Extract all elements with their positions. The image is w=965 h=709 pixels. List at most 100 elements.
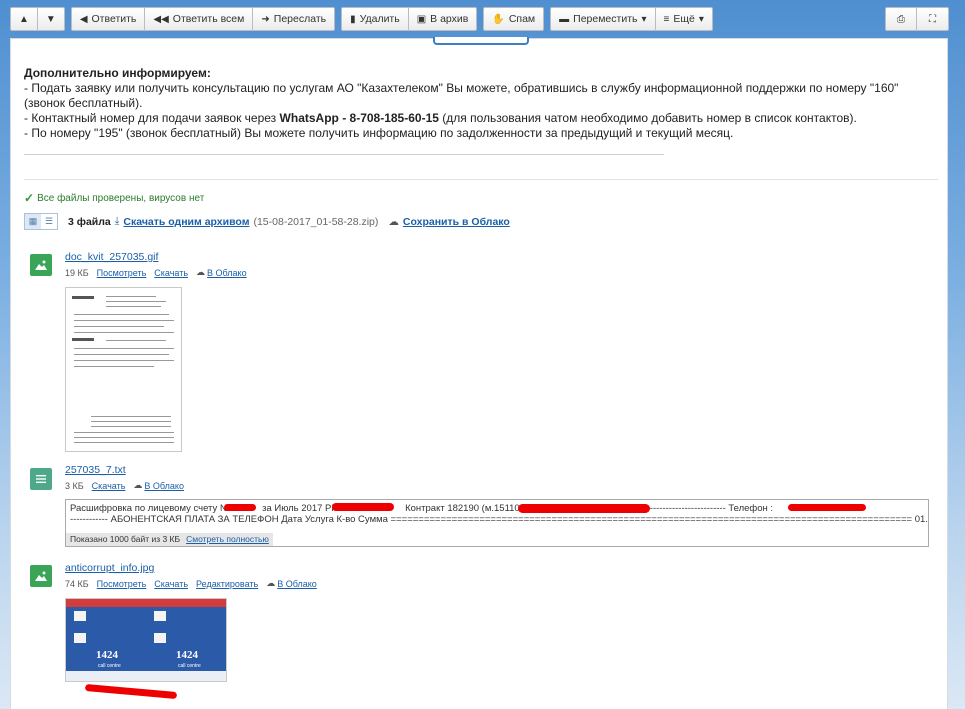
more-button[interactable]: ≡ Ещё ▾ <box>655 7 713 31</box>
show-full-link[interactable]: Смотреть полностью <box>186 533 269 546</box>
info-line-2: - Контактный номер для подачи заявок чер… <box>24 111 924 126</box>
info-line-2-prefix: - Контактный номер для подачи заявок чер… <box>24 111 280 125</box>
menu-icon: ≡ <box>663 13 670 25</box>
poster-icon <box>154 611 166 621</box>
chevron-down-icon: ▾ <box>641 13 647 25</box>
move-button[interactable]: ▬ Переместить ▾ <box>550 7 656 31</box>
poster-caption-right: call centre <box>178 663 201 669</box>
forward-button[interactable]: ➜ Переслать <box>253 7 336 31</box>
text-file-icon <box>30 468 52 490</box>
forward-icon: ➜ <box>261 13 270 25</box>
files-count: 3 файла <box>68 215 111 228</box>
download-link-2[interactable]: Скачать <box>92 481 126 491</box>
attachment-name-1[interactable]: doc_kvit_257035.gif <box>65 251 158 263</box>
check-icon: ✓ <box>24 191 35 205</box>
nav-group: ▲ ▼ <box>10 7 65 31</box>
archive-button[interactable]: ▣ В архив <box>408 7 478 31</box>
cloud-icon: ☁ <box>133 480 143 490</box>
anticorruption-poster: 1424 1424 call centre call centre <box>66 599 226 681</box>
text-preview: Расшифровка по лицевому счету № за Июль 2… <box>65 499 929 547</box>
text-preview-footer: Показано 1000 байт из 3 КБ Смотреть полн… <box>66 533 273 546</box>
move-label: Переместить <box>573 13 638 25</box>
folder-icon: ▬ <box>559 13 570 25</box>
attachment-meta-1: 19 КБ Посмотреть Скачать ☁ В Облако <box>65 267 247 278</box>
grid-view-icon[interactable]: ▦ <box>25 214 41 229</box>
manage-group: ▮ Удалить ▣ В архив <box>341 7 478 31</box>
reply-all-label: Ответить всем <box>172 13 245 25</box>
redaction-mark <box>224 504 256 511</box>
arrow-down-icon: ▼ <box>45 13 56 25</box>
whatsapp-number: WhatsApp - 8-708-185-60-15 <box>279 111 439 125</box>
trash-icon: ▮ <box>350 13 356 25</box>
reply-group: ◀ Ответить ◀◀ Ответить всем ➜ Переслать <box>70 7 336 31</box>
attachment-size-1: 19 КБ <box>65 267 89 278</box>
preview-line-2: ------------ АБОНЕНТСКАЯ ПЛАТА ЗА ТЕЛЕФО… <box>70 514 928 525</box>
signature-divider <box>24 154 664 155</box>
redaction-mark <box>518 504 650 513</box>
delete-button[interactable]: ▮ Удалить <box>341 7 409 31</box>
edit-link-3[interactable]: Редактировать <box>196 579 258 589</box>
next-message-button[interactable]: ▼ <box>37 7 65 31</box>
print-button[interactable]: ⎙ <box>885 7 917 31</box>
poster-number-left: 1424 <box>96 649 118 661</box>
image-file-icon <box>30 254 52 276</box>
cloud-icon: ☁ <box>196 267 206 277</box>
attachment-thumbnail-1[interactable] <box>65 287 182 452</box>
info-heading: Дополнительно информируем: <box>24 66 211 80</box>
reply-label: Ответить <box>91 13 137 25</box>
prev-message-button[interactable]: ▲ <box>10 7 38 31</box>
poster-caption-left: call centre <box>98 663 121 669</box>
fullscreen-button[interactable]: ⛶ <box>917 7 949 31</box>
print-icon: ⎙ <box>897 13 905 25</box>
reply-icon: ◀ <box>79 13 88 25</box>
arrow-up-icon: ▲ <box>19 13 29 25</box>
reply-all-icon: ◀◀ <box>153 13 169 25</box>
redaction-mark <box>332 503 394 511</box>
list-view-icon[interactable]: ☰ <box>41 214 57 229</box>
preview-shown-bytes: Показано 1000 байт из 3 КБ <box>70 534 181 544</box>
virus-check-status: ✓ Все файлы проверены, вирусов нет <box>24 191 204 205</box>
forward-label: Переслать <box>273 13 327 25</box>
cloud-link-3[interactable]: В Облако <box>277 579 317 589</box>
cloud-icon: ☁ <box>266 578 276 588</box>
attachment-name-2[interactable]: 257035_7.txt <box>65 464 126 476</box>
move-group: ▬ Переместить ▾ ≡ Ещё ▾ <box>550 7 713 31</box>
cloud-link-1[interactable]: В Облако <box>207 268 247 278</box>
delete-label: Удалить <box>359 13 400 25</box>
poster-number-right: 1424 <box>176 649 198 661</box>
info-text: Дополнительно информируем: - Подать заяв… <box>24 66 924 141</box>
spam-button[interactable]: ✋ Спам <box>483 7 545 31</box>
cloud-icon: ☁ <box>388 215 399 228</box>
attachment-size-2: 3 КБ <box>65 480 84 491</box>
download-link-3[interactable]: Скачать <box>154 579 188 589</box>
message-body: Дополнительно информируем: - Подать заяв… <box>10 37 948 709</box>
preview-line-1-a: Расшифровка по лицевому счету № <box>70 503 231 514</box>
poster-header-strip <box>66 599 226 607</box>
attachment-name-3[interactable]: anticorrupt_info.jpg <box>65 562 154 574</box>
redaction-mark <box>788 504 866 511</box>
cloud-link-2[interactable]: В Облако <box>144 481 184 491</box>
thumbs-down-icon: ✋ <box>492 13 505 25</box>
reply-all-button[interactable]: ◀◀ Ответить всем <box>145 7 254 31</box>
save-to-cloud-link[interactable]: Сохранить в Облако <box>403 216 510 228</box>
image-file-icon <box>30 565 52 587</box>
attachments-toolbar: ▦ ☰ 3 файла ⤓ Скачать одним архивом (15-… <box>24 213 510 230</box>
poster-icon <box>154 633 166 643</box>
attachment-thumbnail-3[interactable]: 1424 1424 call centre call centre <box>65 598 227 682</box>
spam-label: Спам <box>508 13 536 25</box>
poster-icon <box>74 611 86 621</box>
reply-button[interactable]: ◀ Ответить <box>70 7 146 31</box>
redaction-mark <box>84 684 178 699</box>
view-link-3[interactable]: Посмотреть <box>97 579 147 589</box>
attachments-divider <box>24 179 938 180</box>
download-icon: ⤓ <box>114 215 120 227</box>
download-archive-link[interactable]: Скачать одним архивом <box>123 216 249 228</box>
chevron-down-icon: ▾ <box>698 13 704 25</box>
view-link-1[interactable]: Посмотреть <box>97 268 147 278</box>
archive-filename: (15-08-2017_01-58-28.zip) <box>253 215 379 228</box>
more-label: Ещё <box>673 13 695 25</box>
poster-icon <box>74 633 86 643</box>
spam-group: ✋ Спам <box>483 7 545 31</box>
download-link-1[interactable]: Скачать <box>154 268 188 278</box>
panel-tab-indicator <box>433 37 529 45</box>
